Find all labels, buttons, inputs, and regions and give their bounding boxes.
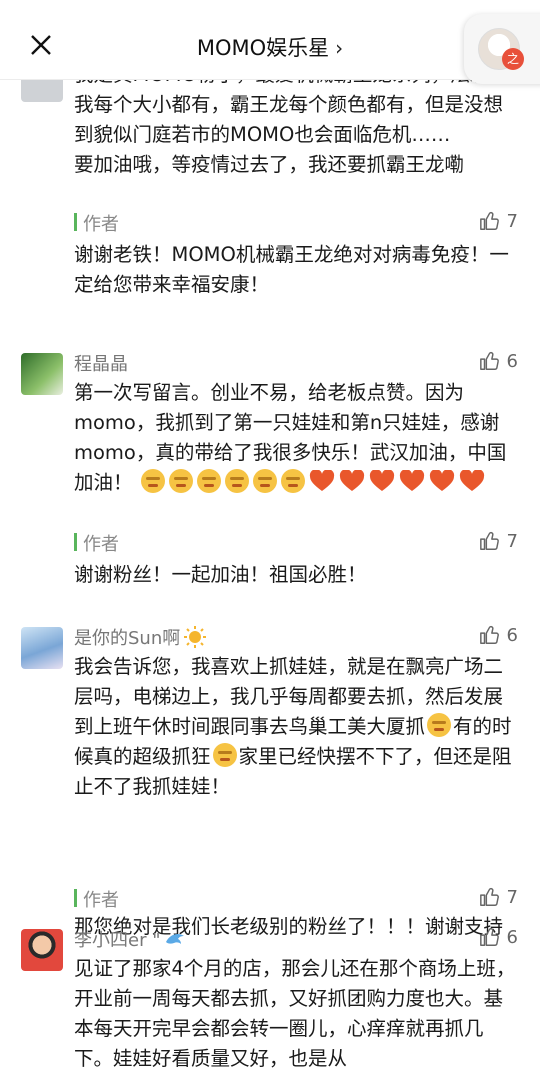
author-bar — [74, 213, 77, 231]
like-count: 7 — [506, 530, 518, 552]
account-title-button[interactable]: MOMO娱乐星 › — [0, 32, 540, 62]
heart-emoji — [459, 470, 484, 491]
mini-program-badge: 之 — [502, 48, 524, 70]
heart-emoji — [429, 470, 454, 491]
mini-program-button[interactable]: 之 — [464, 14, 540, 84]
thumbs-up-icon — [479, 887, 499, 906]
author-label: 作者 — [83, 534, 119, 555]
dolphin-emoji — [166, 934, 185, 944]
smirk-face-emoji — [168, 469, 193, 493]
author-reply-header: 作者 — [74, 530, 520, 555]
username: 是你的Sun啊 — [74, 624, 207, 650]
laughing-crying-emoji — [427, 713, 452, 737]
username-text: 是你的Sun啊 — [74, 628, 181, 649]
smirk-face-emoji — [252, 469, 277, 493]
reply-like-button[interactable]: 7 — [479, 886, 518, 908]
like-button[interactable]: 6 — [479, 350, 518, 372]
username-text: 李小四er " — [74, 930, 161, 951]
thumbs-up-icon — [479, 211, 499, 230]
smirk-face-emoji — [224, 469, 249, 493]
like-count: 7 — [506, 886, 518, 908]
smirk-face-emoji — [280, 469, 305, 493]
top-navbar: MOMO娱乐星 › 之 — [0, 0, 540, 84]
heart-emoji — [309, 470, 334, 491]
reply-like-button[interactable]: 7 — [479, 530, 518, 552]
comment-text: 第一次写留言。创业不易，给老板点赞。因为momo，我抓到了第一只娃娃和第n只娃娃… — [74, 378, 520, 498]
author-reply-header: 作者 — [74, 210, 520, 235]
thumbs-up-icon — [479, 927, 499, 946]
comment-text: 我会告诉您，我喜欢上抓娃娃，就是在飘亮广场二层吗，电梯边上，我几乎每周都要去抓，… — [74, 652, 520, 802]
thumbs-up-icon — [479, 531, 499, 550]
heart-emoji — [339, 470, 364, 491]
sun-emoji — [184, 626, 207, 648]
smirk-face-emoji — [140, 469, 165, 493]
author-reply-text: 谢谢老铁！MOMO机械霸王龙绝对对病毒免疫！一定给您带来幸福安康！ — [74, 243, 509, 296]
author-bar — [74, 533, 77, 551]
heart-emoji — [399, 470, 424, 491]
author-label: 作者 — [83, 214, 119, 235]
username: 李小四er " — [74, 926, 186, 952]
like-count: 6 — [506, 350, 518, 372]
thumbs-up-icon — [479, 351, 499, 370]
avatar — [21, 353, 63, 395]
heart-emoji — [369, 470, 394, 491]
reply-like-button[interactable]: 7 — [479, 210, 518, 232]
tired-face-emoji — [212, 743, 237, 767]
like-button[interactable]: 6 — [479, 624, 518, 646]
smirk-face-emoji — [196, 469, 221, 493]
page-title: MOMO娱乐星 — [196, 36, 330, 60]
like-button[interactable]: 6 — [479, 926, 518, 948]
like-count: 6 — [506, 624, 518, 646]
avatar — [21, 929, 63, 971]
chevron-right-icon: › — [335, 36, 344, 60]
like-count: 7 — [506, 210, 518, 232]
author-reply-header: 作者 — [74, 886, 520, 911]
username: 程晶晶 — [74, 354, 128, 375]
like-count: 6 — [506, 926, 518, 948]
author-label: 作者 — [83, 890, 119, 911]
author-bar — [74, 889, 77, 907]
author-reply-text: 谢谢粉丝！一起加油！祖国必胜！ — [74, 563, 367, 586]
avatar — [21, 627, 63, 669]
comment-text: 见证了那家4个月的店，那会儿还在那个商场上班，开业前一周每天都去抓，又好抓团购力… — [74, 957, 516, 1070]
thumbs-up-icon — [479, 625, 499, 644]
